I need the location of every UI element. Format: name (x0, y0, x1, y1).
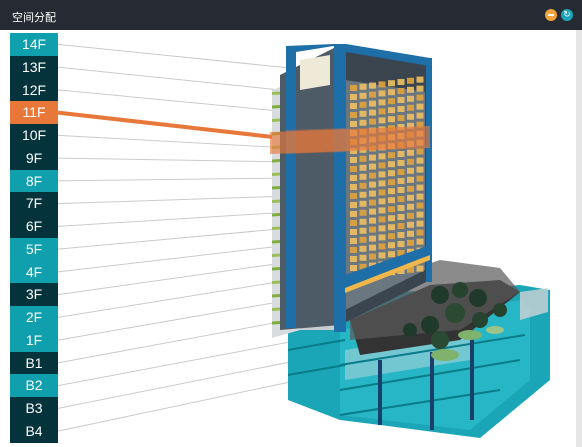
leader-line-9f (57, 157, 291, 163)
floor-button-11f[interactable]: 11F (10, 101, 58, 124)
leader-line-b1 (57, 319, 291, 364)
floor-button-8f[interactable]: 8F (10, 169, 58, 193)
window-title: 空间分配 (12, 11, 56, 24)
leader-line-10f (57, 134, 291, 149)
floor-button-13f[interactable]: 13F (10, 55, 58, 79)
leader-line-11f (57, 110, 283, 140)
floor-button-5f[interactable]: 5F (10, 237, 58, 261)
floor-button-b2[interactable]: B2 (10, 374, 58, 397)
leader-line-7f (57, 195, 291, 205)
floor-button-4f[interactable]: 4F (10, 260, 58, 284)
floor-button-10f[interactable]: 10F (10, 124, 58, 147)
building-3d-view (57, 43, 550, 438)
leader-line-b2 (57, 341, 291, 387)
leader-line-b3 (57, 361, 291, 409)
floor-button-6f[interactable]: 6F (10, 215, 58, 238)
floor-button-1f[interactable]: 1F (10, 328, 58, 352)
floor-button-7f[interactable]: 7F (10, 192, 58, 215)
leader-line-2f (57, 279, 291, 318)
floor-button-b1[interactable]: B1 (10, 351, 58, 375)
leader-line-1f (57, 299, 291, 341)
minus-icon[interactable] (545, 9, 557, 21)
floor-button-3f[interactable]: 3F (10, 283, 58, 306)
leader-line-14f (57, 43, 291, 69)
floor-button-9f[interactable]: 9F (10, 146, 58, 170)
floor-selector: 14F 13F 12F 11F 10F 9F 8F 7F 6F 5F 4F 3F 2F 1F B1 B2 B3 B… (10, 33, 58, 443)
leader-line-b4 (57, 381, 291, 432)
leader-line-12f (57, 89, 291, 113)
leader-line-13f (57, 66, 291, 92)
floor-button-b3[interactable]: B3 (10, 397, 58, 420)
leader-line-4f (57, 244, 291, 273)
leader-line-5f (57, 227, 291, 250)
leader-line-6f (57, 211, 291, 227)
leader-line-3f (57, 261, 291, 296)
title-bar: 空间分配 ↻ (0, 0, 582, 30)
floor-button-b4[interactable]: B4 (10, 419, 58, 443)
floor-button-14f[interactable]: 14F (10, 33, 58, 56)
scroll-edge (576, 30, 582, 447)
floor-button-12f[interactable]: 12F (10, 78, 58, 102)
leader-line-8f (57, 177, 291, 182)
floor-leader-lines (57, 43, 291, 432)
floor-button-2f[interactable]: 2F (10, 306, 58, 329)
refresh-icon[interactable]: ↻ (561, 9, 573, 21)
